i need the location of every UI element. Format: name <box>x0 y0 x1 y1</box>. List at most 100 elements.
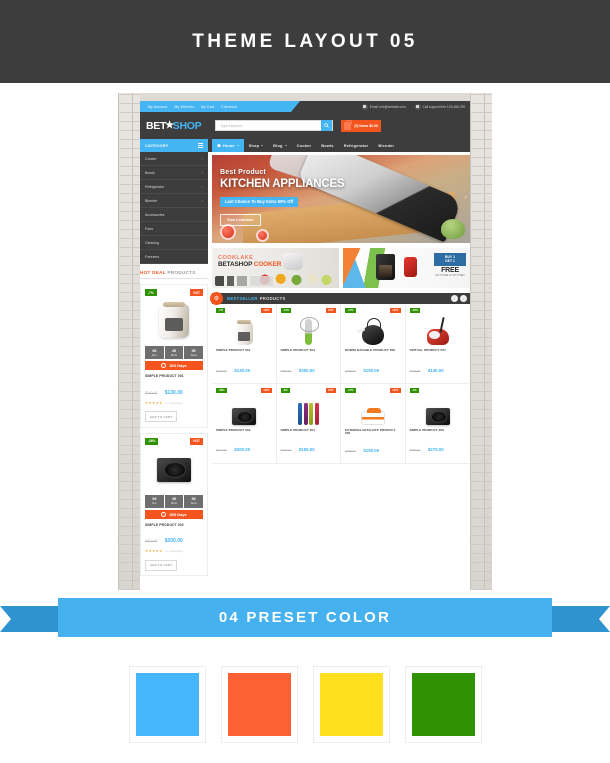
sidebar-item-refrigerator[interactable]: Refrigerator › <box>140 180 208 194</box>
countdown-seconds: 56 Secs <box>184 494 204 508</box>
ribbon-main: 04 PRESET COLOR <box>58 598 552 637</box>
countdown-hours-unit: Hrs <box>152 501 157 505</box>
site-logo[interactable]: BET ★ SHOP <box>146 120 202 132</box>
product-name[interactable]: SIMPLE PRODUCT 004 <box>281 428 337 436</box>
product-name[interactable]: DOWNLOADABLE PRODUCT 008 <box>345 348 401 356</box>
view-collection-button[interactable]: View Collection <box>220 214 261 226</box>
nav-item-refrigerator[interactable]: Refrigerator <box>339 139 374 152</box>
nav-item-blog[interactable]: Blog <box>268 139 291 152</box>
nav-item-bowls[interactable]: Bowls <box>316 139 338 152</box>
sidebar-item-freezers[interactable]: Freezers <box>140 250 208 264</box>
new-price: $150.00 <box>363 447 380 453</box>
nav-item-shop[interactable]: Shop <box>244 139 269 152</box>
countdown-hours-unit: Hrs <box>152 352 157 357</box>
search-bar[interactable]: Type Keyword <box>215 120 334 131</box>
countdown-hours: 08 Hrs <box>145 494 164 508</box>
product-card[interactable]: -3% HOT SIMPLE PRODUCT 004 $160.00 $155.… <box>276 383 341 464</box>
hero-slider[interactable]: Best Product KITCHEN APPLIANCES Last Cha… <box>212 155 470 243</box>
sidebar-item-label: Fans <box>145 226 153 231</box>
hot-deal-card[interactable]: -36% HOT 08 Hrs 45 Mins 56 Secs 355 Days… <box>140 432 208 576</box>
bestseller-title-rest: PRODUCTS <box>259 296 286 301</box>
utility-link-my-wishlist[interactable]: My Wishlist <box>175 105 194 109</box>
sidebar-item-bowls[interactable]: Bowls › <box>140 166 208 180</box>
add-to-cart-button[interactable]: ADD TO CART <box>145 411 178 422</box>
page-title: THEME LAYOUT 05 <box>192 30 418 52</box>
cart-button[interactable]: (0) Items $0.00 <box>341 119 381 132</box>
hamburger-icon <box>198 143 203 148</box>
nav-item-home[interactable]: Home <box>212 139 244 152</box>
days-remaining-label: 355 Days <box>169 511 187 517</box>
promo-banner-cooklake[interactable]: COOKLAKE BETASHOP COOKER <box>212 248 339 288</box>
product-name[interactable]: SIMPLE PRODUCT 003 <box>281 348 337 356</box>
swatch-frame-orange[interactable] <box>220 666 298 743</box>
swatch-frame-blue[interactable] <box>128 666 206 743</box>
sale-badge: -7% <box>145 289 157 296</box>
sidebar-item-cooker[interactable]: Cooker › <box>140 152 208 166</box>
yellow-swatch[interactable] <box>319 673 383 736</box>
sidebar-item-label: Cooker <box>145 156 157 161</box>
category-menu-button[interactable]: CATEGORY <box>140 139 208 152</box>
bestseller-title-highlight: BESTSELLER <box>227 296 258 301</box>
nav-item-cooker-label: Cooker <box>296 143 312 148</box>
sidebar-item-label: Cleaning <box>145 240 160 245</box>
add-to-cart-button[interactable]: ADD TO CART <box>145 559 178 571</box>
search-input[interactable]: Type Keyword <box>216 124 321 128</box>
product-card[interactable]: -26% VIRTUAL PRODUCT 007 $190.00 $140.00 <box>405 304 470 384</box>
search-icon <box>324 123 330 128</box>
product-card[interactable]: -14% HOT SIMPLE PRODUCT 003 $350.00 $300… <box>276 304 341 384</box>
product-card[interactable]: -7% HOT SIMPLE PRODUCT 001 $140.00 $130.… <box>212 304 277 384</box>
utility-link-my-cart[interactable]: My Cart <box>201 105 214 109</box>
vegetable-shape <box>440 219 465 240</box>
product-card[interactable]: -1% SIMPLE PRODUCT 006 $280.00 $270.00 <box>405 384 470 464</box>
blue-swatch[interactable] <box>135 673 199 736</box>
carousel-prev-button[interactable]: ‹ <box>451 295 458 302</box>
orange-swatch[interactable] <box>227 673 291 736</box>
sale-badge: -36% <box>216 387 227 393</box>
chevron-right-icon: › <box>201 198 203 203</box>
carousel-next-button[interactable]: › <box>460 295 467 302</box>
sidebar-item-blender[interactable]: Blender › <box>140 194 208 208</box>
product-name[interactable]: SIMPLE PRODUCT 006 <box>410 428 467 436</box>
product-card[interactable]: -17% HOT EXTERNAL/AFFILIATE PRODUCT 005 … <box>341 383 406 464</box>
sidebar-item-fans[interactable]: Fans <box>140 222 208 236</box>
countdown-minutes-unit: Mins <box>171 501 177 505</box>
swatch-frame-green[interactable] <box>404 666 482 743</box>
sidebar-item-cleaning[interactable]: Cleaning <box>140 236 208 250</box>
bestseller-section-header: ⚙ BESTSELLER PRODUCTS ‹ › <box>210 292 470 305</box>
product-name[interactable]: SIMPLE PRODUCT 001 <box>145 374 203 378</box>
product-card[interactable]: -17% HOT DOWNLOADABLE PRODUCT 008 $180.0… <box>341 304 406 384</box>
sale-badge: -17% <box>345 308 356 314</box>
product-name[interactable]: EXTERNAL/AFFILIATE PRODUCT 005 <box>345 428 401 437</box>
hero-next-arrow[interactable]: › <box>465 194 467 201</box>
sidebar-item-accessories[interactable]: Accessories <box>140 208 208 222</box>
sidebar-item-label: Accessories <box>145 212 165 217</box>
preset-color-title: 04 PRESET COLOR <box>218 609 392 626</box>
product-card[interactable]: -36% HOT SIMPLE PRODUCT 002 $310.00 $200… <box>212 383 277 464</box>
product-name[interactable]: SIMPLE PRODUCT 002 <box>216 428 272 436</box>
green-swatch[interactable] <box>411 673 475 736</box>
sale-badge: -3% <box>280 387 290 393</box>
product-name[interactable]: SIMPLE PRODUCT 001 <box>216 348 272 356</box>
promo-line-2: BETASHOP COOKER <box>218 261 281 268</box>
search-button[interactable] <box>321 120 333 131</box>
product-price: $160.00 $155.00 <box>281 438 337 456</box>
utility-link-my-account[interactable]: My Account <box>148 105 168 109</box>
category-menu-label: CATEGORY <box>145 143 169 148</box>
old-price: $280.00 <box>409 448 421 452</box>
preset-color-swatches <box>0 656 610 743</box>
utility-link-checkout[interactable]: Checkout <box>221 105 237 109</box>
new-price: $300.00 <box>298 367 315 373</box>
product-name[interactable]: SIMPLE PRODUCT 002 <box>145 523 203 527</box>
email-icon <box>361 103 368 110</box>
swatch-frame-yellow[interactable] <box>312 666 390 743</box>
nav-item-cooker[interactable]: Cooker <box>292 139 317 152</box>
hot-deal-card[interactable]: -7% HOT 08 Hrs 45 Mins 56 Secs 353 Days … <box>140 284 208 428</box>
product-name[interactable]: VIRTUAL PRODUCT 007 <box>410 348 467 356</box>
hero-eyebrow: Best Product <box>220 169 266 176</box>
promo-banner-buy1get1[interactable]: BUY 1 GET 1 FREE ON HOME & KITCHEN <box>343 248 470 288</box>
nav-item-blender[interactable]: Blender <box>373 139 399 152</box>
carousel-controls: ‹ › <box>451 295 467 302</box>
phone-icon <box>414 103 421 110</box>
product-image <box>216 317 272 345</box>
utility-bar: My Account My Wishlist My Cart Checkout … <box>140 101 470 112</box>
